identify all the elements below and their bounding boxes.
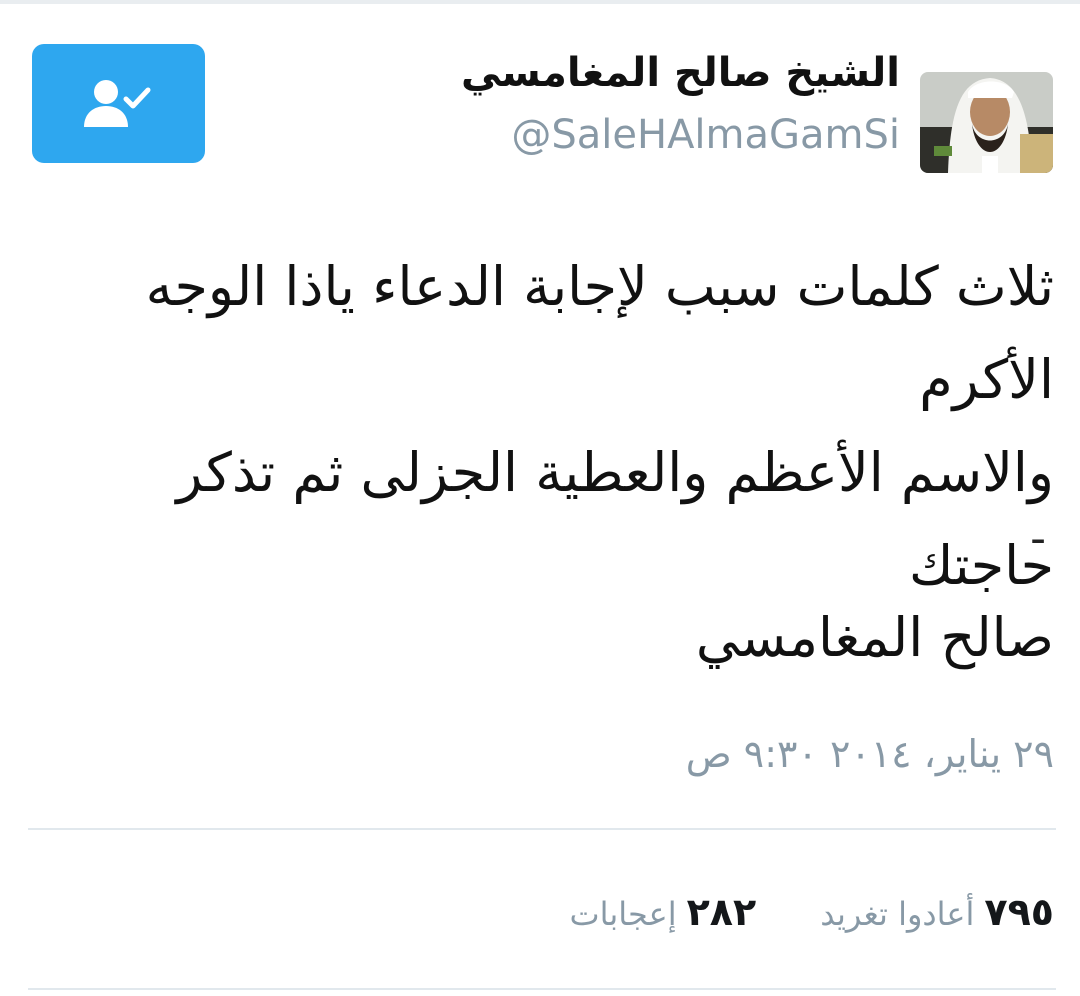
tweet-timestamp[interactable]: ٢٩ يناير، ٢٠١٤ ٩:٣٠ ص: [686, 732, 1054, 776]
divider: [28, 988, 1056, 990]
top-border: [0, 0, 1080, 4]
user-check-icon: [83, 79, 150, 127]
retweets-count: ٧٩٥: [984, 890, 1054, 934]
likes-label: إعجابات: [569, 895, 677, 933]
retweets-stat[interactable]: ٧٩٥أعادوا تغريد: [820, 890, 1054, 934]
likes-stat[interactable]: ٢٨٢إعجابات: [569, 890, 756, 934]
tweet-stats: ٧٩٥أعادوا تغريد ٢٨٢إعجابات: [569, 890, 1054, 934]
avatar[interactable]: [920, 72, 1053, 173]
display-name[interactable]: الشيخ صالح المغامسي: [461, 50, 900, 96]
tweet-line: ثلاث كلمات سبب لإجابة الدعاء ياذا الوجه …: [145, 255, 1054, 411]
user-handle[interactable]: @SaleHAlmaGamSi: [511, 112, 900, 158]
tweet-line: والاسم الأعظم والعطية الجزلى ثم تذكر حاج…: [176, 441, 1054, 597]
divider: [28, 828, 1056, 830]
retweets-label: أعادوا تغريد: [820, 895, 975, 933]
likes-count: ٢٨٢: [686, 890, 757, 934]
tweet-signature: صالح المغامسي: [695, 606, 1054, 669]
tweet-text: ثلاث كلمات سبب لإجابة الدعاء ياذا الوجه …: [24, 240, 1054, 612]
tweet-dash: -: [1030, 513, 1046, 564]
follow-button[interactable]: [32, 44, 205, 163]
